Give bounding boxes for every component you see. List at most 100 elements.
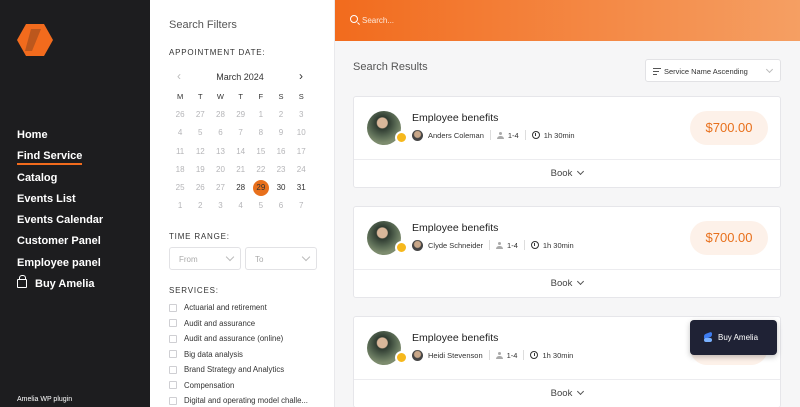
calendar-day[interactable]: 30 — [271, 179, 291, 197]
divider — [523, 350, 525, 360]
employee-name: Clyde Schneider — [428, 240, 484, 250]
service-filter-item[interactable]: Big data analysis — [169, 347, 308, 363]
sidebar: Home Find Service Catalog Events List Ev… — [0, 0, 150, 407]
weekday-label: M — [176, 92, 184, 101]
checkbox[interactable] — [169, 350, 177, 359]
service-name: Employee benefits — [412, 332, 499, 344]
nav-item-buy-amelia[interactable]: Buy Amelia — [17, 275, 103, 298]
nav-item-label: Employee panel — [17, 256, 101, 269]
calendar-day: 1 — [177, 201, 183, 211]
duration: 1h 30min — [542, 240, 574, 250]
nav-list: Home Find Service Catalog Events List Ev… — [17, 128, 103, 298]
chevron-down-icon — [301, 252, 311, 262]
calendar-day: 23 — [276, 164, 286, 174]
price-badge: $700.00 — [690, 221, 768, 255]
service-meta: Anders Coleman 1-4 1h 30min — [412, 129, 575, 141]
calendar-day: 14 — [236, 146, 246, 156]
next-month-chevron-icon[interactable]: › — [299, 69, 303, 83]
calendar-day: 11 — [175, 146, 185, 156]
checkbox[interactable] — [169, 319, 177, 328]
capacity: 1-4 — [507, 130, 519, 140]
nav-item-find-service[interactable]: Find Service — [17, 149, 103, 170]
service-filter-item[interactable]: Actuarial and retirement — [169, 300, 308, 316]
service-filter-item[interactable]: Audit and assurance — [169, 316, 308, 332]
clock-icon — [531, 131, 540, 139]
clock-icon — [530, 351, 539, 359]
calendar-day: 27 — [216, 182, 225, 192]
chevron-down-icon — [577, 167, 585, 176]
calendar-day: 21 — [236, 164, 246, 174]
service-filter-label: Digital and operating model challe... — [184, 396, 308, 406]
service-filter-item[interactable]: Brand Strategy and Analytics — [169, 362, 308, 378]
amelia-logo-icon[interactable] — [17, 24, 53, 56]
calendar-day: 10 — [296, 128, 306, 138]
nav-item-home[interactable]: Home — [17, 128, 103, 149]
filters-panel: Search Filters APPOINTMENT DATE: ‹ March… — [150, 0, 335, 407]
weekday-label: W — [216, 92, 225, 101]
time-to-select[interactable]: To — [245, 247, 317, 270]
service-card[interactable]: Employee benefits Anders Coleman 1-4 1h 30m… — [353, 96, 781, 188]
search-input[interactable] — [362, 13, 762, 27]
calendar-day[interactable]: 31 — [291, 179, 311, 197]
service-card[interactable]: Employee benefits Clyde Schneider 1-4 1h 30… — [353, 206, 781, 298]
service-meta: Clyde Schneider 1-4 1h 30min — [412, 239, 574, 251]
calendar-day: 25 — [175, 182, 185, 192]
sort-select[interactable]: Service Name Ascending — [645, 59, 781, 82]
calendar-day: 27 — [195, 110, 205, 120]
divider — [524, 130, 526, 140]
weekday-label: S — [278, 92, 284, 101]
service-filter-item[interactable]: Compensation — [169, 378, 308, 394]
chevron-down-icon — [765, 65, 774, 74]
nav-item-customer-panel[interactable]: Customer Panel — [17, 234, 103, 255]
duration: 1h 30min — [543, 130, 575, 140]
calendar-day: 15 — [256, 146, 266, 156]
service-filter-item[interactable]: Digital and operating model challe... — [169, 393, 308, 407]
calendar-header: ‹ March 2024 › — [169, 69, 311, 84]
calendar-day: 1 — [258, 110, 264, 120]
checkbox[interactable] — [169, 334, 177, 343]
calendar-day: 8 — [258, 128, 264, 138]
service-filter-label: Actuarial and retirement — [184, 303, 267, 313]
nav-item-employee-panel[interactable]: Employee panel — [17, 256, 103, 277]
person-icon — [496, 241, 504, 249]
service-filter-item[interactable]: Audit and assurance (online) — [169, 331, 308, 347]
nav-item-label: Find Service — [17, 150, 83, 166]
checkbox[interactable] — [169, 396, 177, 405]
buy-amelia-button[interactable]: Buy Amelia — [690, 320, 777, 355]
service-color-dot — [395, 241, 408, 254]
nav-item-catalog[interactable]: Catalog — [17, 171, 103, 192]
nav-item-events-calendar[interactable]: Events Calendar — [17, 213, 103, 234]
results-title: Search Results — [353, 61, 428, 73]
calendar-day-selected[interactable]: 29 — [251, 179, 271, 197]
nav-item-events-list[interactable]: Events List — [17, 192, 103, 213]
capacity: 1-4 — [507, 240, 518, 250]
service-filter-label: Brand Strategy and Analytics — [184, 365, 285, 375]
employee-avatar — [412, 129, 423, 141]
weekday-label: T — [238, 92, 243, 101]
duration: 1h 30min — [542, 350, 574, 360]
service-name: Employee benefits — [412, 112, 499, 124]
nav-item-label: Customer Panel — [17, 235, 101, 248]
book-button[interactable]: Book — [354, 380, 780, 407]
calendar-day: 16 — [276, 146, 286, 156]
time-from-select[interactable]: From — [169, 247, 241, 270]
book-label: Book — [550, 168, 573, 179]
checkbox[interactable] — [169, 303, 177, 312]
book-button[interactable]: Book — [354, 270, 780, 298]
book-button[interactable]: Book — [354, 160, 780, 188]
calendar-month: March 2024 — [216, 72, 264, 82]
calendar-day: 26 — [175, 110, 185, 120]
checkbox[interactable] — [169, 365, 177, 374]
calendar-day[interactable]: 28 — [231, 179, 251, 197]
calendar-day: 19 — [195, 164, 205, 174]
chevron-down-icon — [577, 387, 585, 396]
checkbox[interactable] — [169, 381, 177, 390]
calendar-day: 6 — [278, 201, 284, 211]
service-filter-label: Compensation — [184, 380, 235, 390]
calendar-day: 12 — [195, 146, 205, 156]
person-icon — [495, 351, 503, 359]
time-to-placeholder: To — [255, 255, 264, 264]
appointment-date-label: APPOINTMENT DATE: — [169, 48, 266, 57]
calendar-day: 18 — [175, 164, 185, 174]
price-badge: $700.00 — [690, 111, 768, 145]
